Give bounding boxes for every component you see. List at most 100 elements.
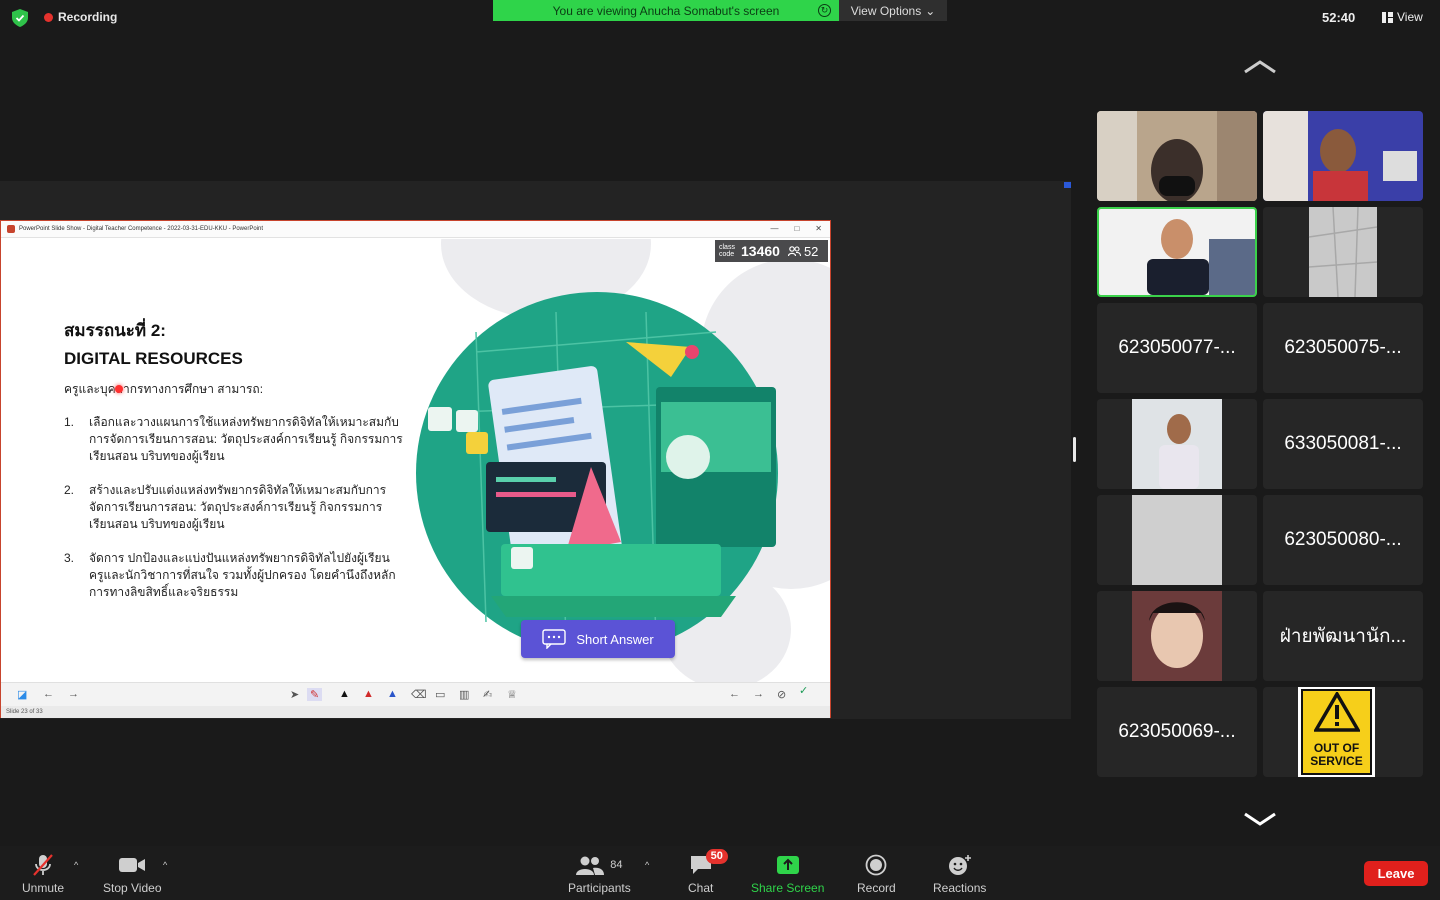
close-icon[interactable]: ✕ <box>815 224 822 233</box>
participant-video <box>1097 111 1257 201</box>
unmute-label: Unmute <box>22 881 65 895</box>
next-slide-icon[interactable]: → <box>753 688 764 700</box>
digital-resources-illustration <box>416 292 778 654</box>
chat-button[interactable]: 50 Chat <box>688 849 728 895</box>
prev-slide-icon[interactable]: ← <box>729 688 740 700</box>
microphone-muted-icon <box>33 854 53 876</box>
slide-list: 1. เลือกและวางแผนการใช้แหล่งทรัพยากรดิจิ… <box>64 414 404 618</box>
video-tile[interactable] <box>1097 591 1257 681</box>
draw-icon[interactable]: ✍ <box>483 688 492 701</box>
participant-name: 623050077-... <box>1118 337 1236 358</box>
chat-bubble-icon <box>542 629 567 649</box>
check-icon[interactable]: ✓ <box>799 684 808 697</box>
award-icon[interactable]: ♕ <box>507 688 517 701</box>
participant-video <box>1099 209 1255 295</box>
pen-blue-icon[interactable]: ▲ <box>387 688 398 700</box>
record-icon <box>865 854 887 876</box>
short-answer-button[interactable]: Short Answer <box>521 620 675 658</box>
record-button[interactable]: Record <box>857 852 896 895</box>
video-tile[interactable]: 623050075-... <box>1263 303 1423 393</box>
participant-name: 623050069-... <box>1118 721 1236 742</box>
zoom-meeting-window: Recording You are viewing Anucha Somabut… <box>0 0 1440 900</box>
list-item: 3. จัดการ ปกป้องและแบ่งปันแหล่งทรัพยากรด… <box>64 551 396 599</box>
banner-text: You are viewing Anucha Somabut's screen <box>552 3 780 18</box>
ppt-status-bar: Slide 23 of 33 <box>1 706 830 718</box>
stop-video-button[interactable]: Stop Video <box>103 852 162 895</box>
gallery-down-arrow-icon[interactable] <box>1243 812 1277 826</box>
audio-options-caret-icon[interactable]: ^ <box>74 860 78 870</box>
gallery-up-arrow-icon[interactable] <box>1243 60 1277 74</box>
leave-button[interactable]: Leave <box>1364 861 1428 886</box>
class-participant-count: 52 <box>803 243 819 259</box>
pen-red-icon[interactable]: ▲ <box>363 688 374 700</box>
meeting-controls-bar: Unmute ^ Stop Video ^ 84 Participants ^ … <box>0 846 1440 900</box>
participants-button[interactable]: 84 Participants <box>568 852 631 895</box>
slideshow-toolbar: ◪ ← → ➤ ✎ ▲ ▲ ▲ ⌫ ▭ ▥ ✍ ♕ ← → ⊘ ✓ <box>1 682 830 706</box>
video-tile[interactable] <box>1263 207 1423 297</box>
video-options-caret-icon[interactable]: ^ <box>163 860 167 870</box>
view-label: View <box>1397 10 1423 24</box>
split-resize-handle[interactable] <box>1073 437 1076 462</box>
participants-icon <box>576 856 605 875</box>
video-tile[interactable] <box>1097 399 1257 489</box>
laser-pen-icon[interactable]: ✎ <box>307 688 323 701</box>
participant-name: 623050080-... <box>1284 529 1402 550</box>
video-tile[interactable] <box>1097 495 1257 585</box>
share-screen-button[interactable]: Share Screen <box>751 852 824 895</box>
eraser-icon[interactable]: ⌫ <box>411 688 427 701</box>
unmute-button[interactable]: Unmute <box>22 852 64 895</box>
participant-video <box>1263 111 1423 201</box>
share-indicator <box>1064 182 1071 188</box>
shield-icon[interactable] <box>12 9 28 27</box>
recording-indicator[interactable]: Recording <box>44 10 117 24</box>
participant-video <box>1097 399 1257 489</box>
view-button[interactable]: View <box>1382 10 1423 24</box>
video-tile[interactable]: 623050077-... <box>1097 303 1257 393</box>
pen-black-icon[interactable]: ▲ <box>339 688 350 700</box>
slide-counter: Slide 23 of 33 <box>6 709 43 715</box>
video-tile[interactable] <box>1263 111 1423 201</box>
participant-video <box>1097 591 1257 681</box>
participant-video <box>1263 207 1423 297</box>
meeting-timer: 52:40 <box>1322 10 1356 25</box>
participants-options-caret-icon[interactable]: ^ <box>645 860 649 870</box>
reactions-button[interactable]: Reactions <box>933 852 986 895</box>
video-tile[interactable]: ฝ่ายพัฒนานัก... <box>1263 591 1423 681</box>
out-of-service-line2: SERVICE <box>1310 754 1363 768</box>
video-camera-icon <box>119 858 146 872</box>
short-answer-label: Short Answer <box>576 631 654 647</box>
active-speaker-tile[interactable] <box>1097 207 1257 297</box>
participants-count: 84 <box>610 859 623 871</box>
video-tile[interactable]: 623050080-... <box>1263 495 1423 585</box>
whiteboard-icon[interactable]: ▭ <box>435 688 445 701</box>
viewing-screen-banner: You are viewing Anucha Somabut's screen … <box>493 0 839 21</box>
participant-name: 633050081-... <box>1284 433 1402 454</box>
share-screen-label: Share Screen <box>751 881 825 895</box>
reactions-icon <box>948 855 971 875</box>
maximize-icon[interactable]: □ <box>794 224 799 233</box>
chart-icon[interactable]: ▥ <box>459 688 469 701</box>
video-tile[interactable]: 623050069-... <box>1097 687 1257 777</box>
participant-name: ฝ่ายพัฒนานัก... <box>1279 626 1407 647</box>
class-code-badge[interactable]: class code 13460 52 <box>715 240 828 262</box>
powerpoint-icon <box>7 225 15 233</box>
reactions-label: Reactions <box>933 881 987 895</box>
video-tile[interactable]: 633050081-... <box>1263 399 1423 489</box>
cursor-icon[interactable]: ➤ <box>290 688 299 701</box>
arrow-right-icon[interactable]: → <box>68 688 79 700</box>
classpoint-icon[interactable]: ◪ <box>17 688 27 701</box>
video-tile[interactable] <box>1097 111 1257 201</box>
class-code-value: 13460 <box>741 243 780 259</box>
chevron-down-icon: ⌄ <box>925 3 936 18</box>
record-label: Record <box>857 881 896 895</box>
minimize-icon[interactable]: — <box>770 224 778 233</box>
view-options-label: View Options <box>850 3 922 18</box>
warning-icon <box>1314 692 1360 732</box>
view-options-button[interactable]: View Options ⌄ <box>839 0 947 21</box>
people-icon <box>787 246 801 256</box>
video-tile[interactable]: OUT OF SERVICE <box>1263 687 1423 777</box>
participants-label: Participants <box>568 881 631 895</box>
arrow-left-icon[interactable]: ← <box>43 688 54 700</box>
slide-heading: สมรรถนะที่ 2: <box>64 321 166 340</box>
hide-icon[interactable]: ⊘ <box>777 688 786 701</box>
